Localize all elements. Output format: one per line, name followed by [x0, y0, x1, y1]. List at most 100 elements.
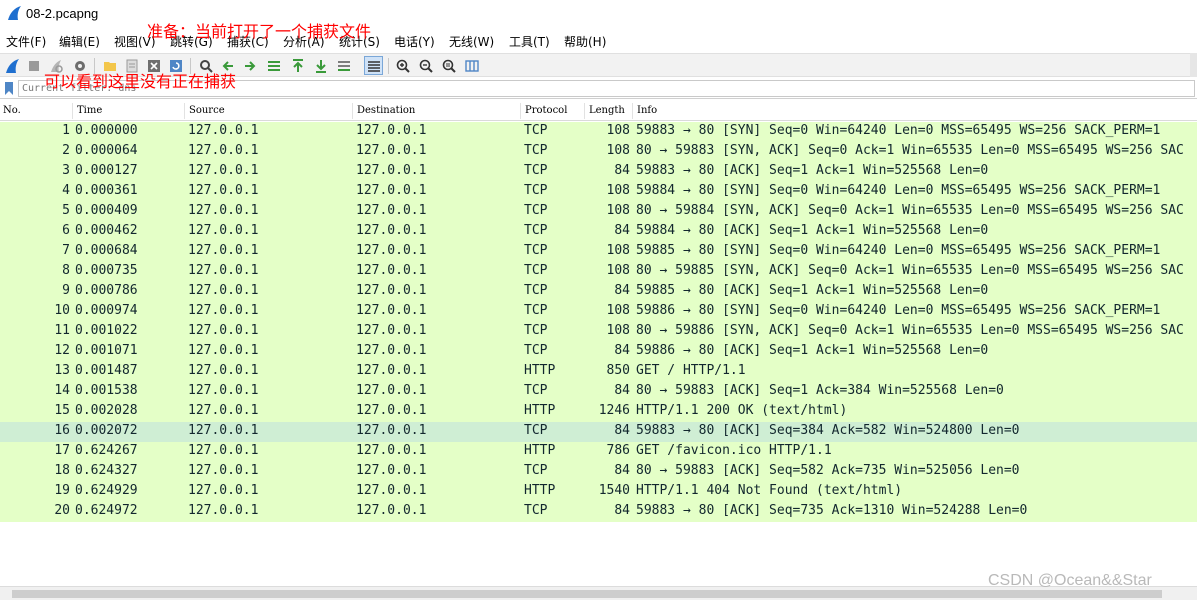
column-no[interactable]: No. [3, 105, 21, 116]
packet-source-cell: 127.0.0.1 [188, 143, 259, 158]
packet-destination-cell: 127.0.0.1 [356, 123, 427, 138]
table-row[interactable]: 5 0.000409 127.0.0.1 127.0.0.1 TCP 108 80 → 59… [0, 202, 1197, 222]
packet-time-cell: 0.002028 [75, 403, 138, 418]
column-divider[interactable] [72, 103, 73, 119]
packet-time-cell: 0.001487 [75, 363, 138, 378]
packet-length-cell: 108 [606, 183, 630, 198]
menu-edit[interactable]: 编辑(E) [59, 33, 100, 50]
start-capture-button[interactable] [2, 56, 21, 75]
packet-time-cell: 0.001071 [75, 343, 138, 358]
column-source[interactable]: Source [189, 105, 225, 116]
zoom-in-button[interactable] [393, 56, 412, 75]
column-time[interactable]: Time [77, 105, 102, 116]
table-row[interactable]: 7 0.000684 127.0.0.1 127.0.0.1 TCP 108 59885 →… [0, 242, 1197, 262]
table-row[interactable]: 8 0.000735 127.0.0.1 127.0.0.1 TCP 108 80 → 59… [0, 262, 1197, 282]
last-packet-button[interactable] [311, 56, 330, 75]
packet-time-cell: 0.624972 [75, 503, 138, 518]
menu-file[interactable]: 文件(F) [6, 33, 46, 50]
table-row[interactable]: 6 0.000462 127.0.0.1 127.0.0.1 TCP 84 59884 → … [0, 222, 1197, 242]
column-protocol[interactable]: Protocol [525, 105, 567, 116]
packet-length-cell: 84 [614, 163, 630, 178]
go-to-packet-button[interactable] [264, 56, 283, 75]
packet-protocol-cell: TCP [524, 163, 548, 178]
packet-protocol-cell: TCP [524, 503, 548, 518]
table-row[interactable]: 17 0.624267 127.0.0.1 127.0.0.1 HTTP 786 GET /… [0, 442, 1197, 462]
packet-length-cell: 786 [606, 443, 630, 458]
table-row[interactable]: 18 0.624327 127.0.0.1 127.0.0.1 TCP 84 80 → 59… [0, 462, 1197, 482]
resize-columns-icon [464, 59, 479, 72]
packet-protocol-cell: TCP [524, 243, 548, 258]
table-row[interactable]: 2 0.000064 127.0.0.1 127.0.0.1 TCP 108 80 → 59… [0, 142, 1197, 162]
packet-info-cell: HTTP/1.1 200 OK (text/html) [636, 403, 848, 418]
packet-info-cell: 59885 → 80 [ACK] Seq=1 Ack=1 Win=525568 … [636, 283, 989, 298]
packet-number-cell: 1 [62, 123, 70, 138]
toolbar-separator [388, 58, 389, 74]
column-info[interactable]: Info [637, 105, 657, 116]
table-row[interactable]: 19 0.624929 127.0.0.1 127.0.0.1 HTTP 1540 HTTP… [0, 482, 1197, 502]
menu-tools[interactable]: 工具(T) [509, 33, 550, 50]
packet-source-cell: 127.0.0.1 [188, 223, 259, 238]
packet-length-cell: 850 [606, 363, 630, 378]
packet-number-cell: 2 [62, 143, 70, 158]
column-divider[interactable] [184, 103, 185, 119]
packet-list[interactable]: No. Time Source Destination Protocol Len… [0, 101, 1197, 586]
packet-number-cell: 15 [54, 403, 70, 418]
packet-length-cell: 108 [606, 323, 630, 338]
go-forward-button[interactable] [240, 56, 259, 75]
first-packet-button[interactable] [288, 56, 307, 75]
packet-number-cell: 4 [62, 183, 70, 198]
packet-info-cell: 59883 → 80 [ACK] Seq=384 Ack=582 Win=524… [636, 423, 1020, 438]
table-row[interactable]: 10 0.000974 127.0.0.1 127.0.0.1 TCP 108 59886 … [0, 302, 1197, 322]
table-row[interactable]: 9 0.000786 127.0.0.1 127.0.0.1 TCP 84 59885 → … [0, 282, 1197, 302]
packet-info-cell: 80 → 59884 [SYN, ACK] Seq=0 Ack=1 Win=65… [636, 203, 1184, 218]
bookmark-icon[interactable] [3, 81, 15, 96]
scrollbar-thumb[interactable] [12, 590, 1162, 598]
menu-help[interactable]: 帮助(H) [564, 33, 606, 50]
packet-protocol-cell: TCP [524, 283, 548, 298]
table-row[interactable]: 4 0.000361 127.0.0.1 127.0.0.1 TCP 108 59884 →… [0, 182, 1197, 202]
packet-number-cell: 13 [54, 363, 70, 378]
zoom-out-button[interactable] [416, 56, 435, 75]
normal-size-button[interactable] [439, 56, 458, 75]
packet-time-cell: 0.000409 [75, 203, 138, 218]
column-divider[interactable] [520, 103, 521, 119]
column-divider[interactable] [584, 103, 585, 119]
menu-telephony[interactable]: 电话(Y) [394, 33, 435, 50]
table-row[interactable]: 3 0.000127 127.0.0.1 127.0.0.1 TCP 84 59883 → … [0, 162, 1197, 182]
packet-number-cell: 12 [54, 343, 70, 358]
auto-scroll-button[interactable] [334, 56, 353, 75]
packet-protocol-cell: TCP [524, 423, 548, 438]
table-row[interactable]: 13 0.001487 127.0.0.1 127.0.0.1 HTTP 850 GET /… [0, 362, 1197, 382]
table-row[interactable]: 20 0.624972 127.0.0.1 127.0.0.1 TCP 84 59883 →… [0, 502, 1197, 522]
packet-source-cell: 127.0.0.1 [188, 263, 259, 278]
stop-capture-button[interactable] [24, 56, 43, 75]
table-row[interactable]: 16 0.002072 127.0.0.1 127.0.0.1 TCP 84 59883 →… [0, 422, 1197, 442]
table-row[interactable]: 14 0.001538 127.0.0.1 127.0.0.1 TCP 84 80 → 59… [0, 382, 1197, 402]
packet-length-cell: 1246 [598, 403, 630, 418]
packet-number-cell: 5 [62, 203, 70, 218]
csdn-watermark: CSDN @Ocean&&Star [988, 572, 1152, 589]
table-row[interactable]: 15 0.002028 127.0.0.1 127.0.0.1 HTTP 1246 HTTP… [0, 402, 1197, 422]
packet-number-cell: 7 [62, 243, 70, 258]
annotation-not-capturing: 可以看到这里没有正在捕获 [44, 72, 237, 91]
arrow-right-icon [244, 60, 255, 71]
wireshark-fin-icon [8, 6, 21, 20]
packet-destination-cell: 127.0.0.1 [356, 343, 427, 358]
menu-wireless[interactable]: 无线(W) [449, 33, 494, 50]
table-row[interactable]: 12 0.001071 127.0.0.1 127.0.0.1 TCP 84 59886 →… [0, 342, 1197, 362]
column-divider[interactable] [352, 103, 353, 119]
colorize-button[interactable] [364, 56, 383, 75]
packet-time-cell: 0.624327 [75, 463, 138, 478]
column-length[interactable]: Length [589, 105, 625, 116]
packet-length-cell: 84 [614, 463, 630, 478]
packet-time-cell: 0.000684 [75, 243, 138, 258]
packet-info-cell: GET /favicon.ico HTTP/1.1 [636, 443, 832, 458]
column-destination[interactable]: Destination [357, 105, 415, 116]
packet-destination-cell: 127.0.0.1 [356, 323, 427, 338]
toolbar-scrollbar[interactable] [1190, 53, 1197, 77]
packet-protocol-cell: TCP [524, 143, 548, 158]
table-row[interactable]: 11 0.001022 127.0.0.1 127.0.0.1 TCP 108 80 → 5… [0, 322, 1197, 342]
column-divider[interactable] [632, 103, 633, 119]
table-row[interactable]: 1 0.000000 127.0.0.1 127.0.0.1 TCP 108 59883 →… [0, 122, 1197, 142]
resize-columns-button[interactable] [462, 56, 481, 75]
